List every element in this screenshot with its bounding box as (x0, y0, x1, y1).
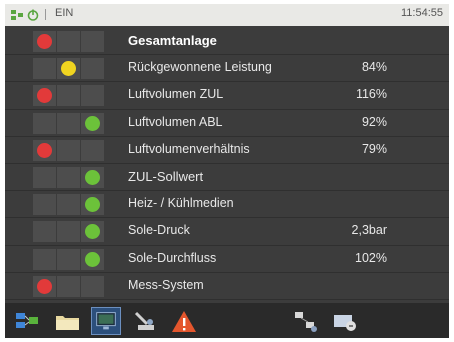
power-icon (27, 9, 39, 21)
status-row[interactable]: Heiz- / Kühlmedien (5, 191, 449, 219)
indicator-cell (81, 221, 104, 243)
indicator-cell (33, 112, 56, 134)
status-row[interactable]: Rückgewonnene Leistung 84% (5, 55, 449, 83)
status-indicator-cells (33, 166, 105, 188)
red-status-dot-icon (37, 142, 52, 158)
row-value: 2,3bar (351, 223, 387, 238)
indicator-cell (33, 275, 56, 297)
status-indicator-cells (33, 58, 105, 80)
row-label: Luftvolumenverhältnis (128, 141, 250, 156)
yellow-status-dot-icon (61, 61, 76, 77)
indicator-cell (33, 166, 56, 188)
indicator-cell (33, 31, 56, 52)
row-label: Mess-System (128, 277, 204, 292)
indicator-cell (33, 221, 56, 243)
indicator-cell (57, 221, 80, 243)
indicator-cell (81, 31, 104, 52)
separator (45, 9, 46, 20)
status-row[interactable]: Luftvolumen ABL 92% (5, 110, 449, 137)
status-row[interactable]: Mess-System (5, 273, 449, 300)
indicator-cell (33, 248, 56, 270)
status-row[interactable]: Sole-Druck 2,3bar (5, 218, 449, 246)
folder-icon[interactable] (53, 307, 83, 335)
row-label: Sole-Druck (128, 223, 190, 238)
status-indicator-cells (33, 275, 105, 297)
device-screen: EIN 11:54:55 Gesamtanlage Rückgewonnene L… (5, 4, 449, 338)
green-status-dot-icon (85, 115, 100, 131)
status-row[interactable]: Gesamtanlage (5, 28, 449, 56)
row-value: 84% (361, 60, 387, 75)
status-row[interactable]: Luftvolumenverhältnis 79% (5, 137, 449, 164)
indicator-cell (57, 112, 80, 134)
row-value: 116% (355, 87, 387, 102)
mode-indicator: EIN (55, 7, 74, 19)
bottom-toolbar (5, 303, 449, 338)
green-status-dot-icon (85, 251, 100, 267)
indicator-cell (81, 275, 104, 297)
indicator-cell (57, 248, 80, 270)
monitor-icon[interactable] (91, 307, 121, 335)
status-indicator-cells (33, 221, 105, 243)
status-indicator-cells (33, 194, 105, 216)
status-indicator-cells (33, 85, 105, 107)
red-status-dot-icon (37, 278, 52, 294)
row-label: ZUL-Sollwert (128, 168, 204, 184)
indicator-cell (57, 194, 80, 216)
green-status-dot-icon (85, 197, 100, 213)
status-indicator-cells (33, 112, 105, 134)
green-status-dot-icon (85, 169, 100, 185)
status-bar: EIN 11:54:55 (5, 4, 449, 26)
row-label: Luftvolumen ZUL (128, 87, 224, 102)
indicator-cell (81, 58, 104, 80)
row-value: 102% (355, 250, 387, 265)
indicator-cell (57, 139, 80, 161)
indicator-cell (57, 31, 80, 52)
green-status-dot-icon (85, 224, 100, 240)
status-row[interactable]: Sole-Durchfluss 102% (5, 246, 449, 273)
indicator-cell (81, 139, 104, 161)
indicator-cell (81, 166, 104, 188)
status-row[interactable]: ZUL-Sollwert (5, 164, 449, 192)
clock: 11:54:55 (400, 7, 443, 19)
transfer-icon[interactable] (331, 307, 361, 335)
network-nodes-icon[interactable] (291, 307, 321, 335)
status-indicator-cells (33, 139, 105, 161)
network-icon (11, 10, 23, 20)
row-label: Rückgewonnene Leistung (128, 60, 272, 75)
row-label: Gesamtanlage (128, 33, 217, 48)
row-label: Sole-Durchfluss (128, 250, 217, 265)
status-indicator-cells (33, 31, 105, 52)
indicator-cell (81, 248, 104, 270)
row-value: 92% (361, 114, 387, 129)
status-row[interactable]: Luftvolumen ZUL 116% (5, 82, 449, 110)
status-list: Gesamtanlage Rückgewonnene Leistung 84% Luf… (5, 28, 449, 300)
indicator-cell (33, 139, 56, 161)
indicator-cell (81, 194, 104, 216)
status-indicator-cells (33, 248, 105, 270)
indicator-cell (57, 58, 80, 80)
indicator-cell (57, 85, 80, 107)
indicator-cell (33, 58, 56, 80)
indicator-cell (81, 112, 104, 134)
row-label: Luftvolumen ABL (128, 114, 223, 129)
service-tool-icon[interactable] (130, 307, 160, 335)
row-label: Heiz- / Kühlmedien (128, 196, 234, 211)
indicator-cell (57, 166, 80, 188)
indicator-cell (33, 194, 56, 216)
plant-overview-icon[interactable] (13, 307, 43, 335)
indicator-cell (33, 85, 56, 107)
red-status-dot-icon (37, 34, 52, 49)
indicator-cell (81, 85, 104, 107)
row-value: 79% (361, 141, 387, 156)
alarm-warning-icon[interactable] (169, 307, 199, 335)
red-status-dot-icon (37, 88, 52, 104)
indicator-cell (57, 275, 80, 297)
